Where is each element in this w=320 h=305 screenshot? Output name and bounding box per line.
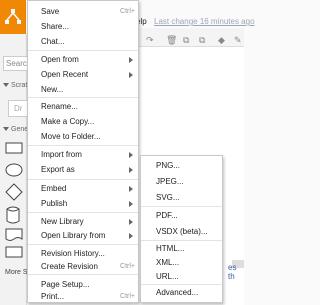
menu-item-label: Rename...: [41, 102, 78, 111]
submenu-item-label: URL...: [156, 272, 179, 281]
menu-item-label: Save: [41, 7, 60, 16]
export-html[interactable]: HTML...: [156, 242, 184, 255]
chevron-right-icon: [129, 186, 133, 192]
submenu-item-label: PNG...: [156, 161, 181, 170]
ellipse-shape-icon[interactable]: [5, 163, 23, 177]
to-back-icon[interactable]: ⧉: [199, 35, 205, 46]
menu-separator: [28, 274, 138, 275]
chevron-right-icon: [129, 57, 133, 63]
menu-item-label: Open Recent: [41, 70, 89, 79]
submenu-item-label: VSDX (beta)...: [156, 227, 208, 236]
menu-item-label: Chat...: [41, 37, 65, 46]
scratchpad-drop-button[interactable]: Dr: [8, 100, 28, 117]
fill-color-icon[interactable]: ◆: [218, 35, 225, 46]
menu-item-publish[interactable]: Publish: [41, 197, 133, 210]
submenu-item-label: PDF...: [156, 211, 178, 220]
canvas-partial-text: es th: [228, 263, 237, 281]
chevron-right-icon: [129, 72, 133, 78]
submenu-item-label: JPEG...: [156, 177, 184, 186]
chevron-right-icon: [129, 152, 133, 158]
menu-item-import-from[interactable]: Import from: [41, 148, 133, 161]
menu-item-label: Open Library from: [41, 231, 106, 240]
menu-item-label: Print...: [41, 292, 65, 301]
menu-item-make-copy[interactable]: Make a Copy...: [41, 115, 131, 128]
export-pdf[interactable]: PDF...: [156, 209, 178, 222]
shortcut-label: Ctrl+: [120, 293, 135, 300]
export-vsdx[interactable]: VSDX (beta)...: [156, 225, 208, 238]
drawio-logo-icon: [5, 9, 21, 24]
menu-item-label: Open from: [41, 55, 79, 64]
menu-item-label: Share...: [41, 22, 70, 31]
menu-separator: [28, 50, 138, 51]
app-logo[interactable]: [0, 0, 26, 34]
menu-separator: [141, 240, 222, 241]
file-menu: Save Ctrl+ Share... Chat... Open from Ope…: [27, 0, 139, 303]
menu-item-open-recent[interactable]: Open Recent: [41, 68, 133, 81]
export-advanced[interactable]: Advanced...: [156, 286, 198, 299]
export-xml[interactable]: XML...: [156, 256, 179, 269]
more-shapes-link[interactable]: More S: [5, 269, 28, 276]
menu-item-label: Export as: [41, 165, 75, 174]
chevron-right-icon: [129, 233, 133, 239]
delete-icon[interactable]: 🗑: [166, 35, 177, 46]
menu-separator: [28, 97, 138, 98]
scratchpad-drop-label: Dr: [14, 104, 23, 113]
export-as-submenu: PNG... JPEG... SVG... PDF... VSDX (beta)…: [140, 155, 223, 303]
export-jpeg[interactable]: JPEG...: [156, 175, 184, 188]
menu-item-embed[interactable]: Embed: [41, 182, 133, 195]
last-change-link[interactable]: Last change 16 minutes ago: [154, 17, 255, 26]
chevron-right-icon: [129, 201, 133, 207]
menu-item-share[interactable]: Share...: [41, 20, 131, 33]
submenu-item-label: HTML...: [156, 244, 185, 253]
submenu-item-label: XML...: [156, 258, 180, 267]
menu-item-create-revision[interactable]: Create Revision Ctrl+: [41, 260, 135, 273]
diamond-shape-icon[interactable]: [5, 183, 23, 201]
menu-item-open-library-from[interactable]: Open Library from: [41, 229, 133, 242]
chevron-right-icon: [129, 167, 133, 173]
menu-item-label: Move to Folder...: [41, 132, 101, 141]
menu-item-chat[interactable]: Chat...: [41, 35, 131, 48]
menu-item-label: New Library: [41, 217, 84, 226]
export-png[interactable]: PNG...: [156, 159, 180, 172]
menu-item-save[interactable]: Save Ctrl+: [41, 5, 135, 18]
menu-item-label: Page Setup...: [41, 280, 90, 289]
menu-item-label: Create Revision: [41, 262, 98, 271]
menu-item-label: Import from: [41, 150, 82, 159]
menu-separator: [28, 244, 138, 245]
submenu-item-label: Advanced...: [156, 288, 199, 297]
menu-separator: [28, 145, 138, 146]
to-front-icon[interactable]: ⧉: [183, 35, 189, 46]
menu-item-label: Embed: [41, 184, 67, 193]
menu-separator: [141, 284, 222, 285]
menu-separator: [141, 206, 222, 207]
menu-item-move-to-folder[interactable]: Move to Folder...: [41, 130, 131, 143]
menu-item-open-from[interactable]: Open from: [41, 53, 133, 66]
chevron-down-icon: [3, 83, 9, 87]
rectangle-shape-icon[interactable]: [5, 142, 23, 154]
submenu-item-label: SVG...: [156, 193, 180, 202]
menu-separator: [28, 212, 138, 213]
menu-item-label: Make a Copy...: [41, 117, 95, 126]
export-url[interactable]: URL...: [156, 270, 179, 283]
line-color-icon[interactable]: ✎: [234, 35, 242, 46]
menu-item-label: Revision History...: [41, 249, 105, 258]
menu-separator: [28, 179, 138, 180]
shortcut-label: Ctrl+: [120, 263, 135, 270]
menu-item-export-as[interactable]: Export as: [41, 163, 133, 176]
menu-item-label: Publish: [41, 199, 68, 208]
menu-item-rename[interactable]: Rename...: [41, 100, 131, 113]
card-shape-icon[interactable]: [5, 246, 23, 258]
menu-item-revision-history[interactable]: Revision History...: [41, 247, 131, 260]
redo-icon[interactable]: ↷: [146, 35, 154, 46]
document-shape-icon[interactable]: [5, 228, 23, 242]
export-svg[interactable]: SVG...: [156, 191, 180, 204]
menu-item-new[interactable]: New...: [41, 83, 131, 96]
cylinder-shape-icon[interactable]: [6, 206, 20, 224]
shortcut-label: Ctrl+: [120, 8, 135, 15]
menu-item-print[interactable]: Print... Ctrl+: [41, 290, 135, 303]
chevron-down-icon: [3, 127, 9, 131]
menu-item-new-library[interactable]: New Library: [41, 215, 133, 228]
chevron-right-icon: [129, 219, 133, 225]
menu-item-label: New...: [41, 85, 64, 94]
